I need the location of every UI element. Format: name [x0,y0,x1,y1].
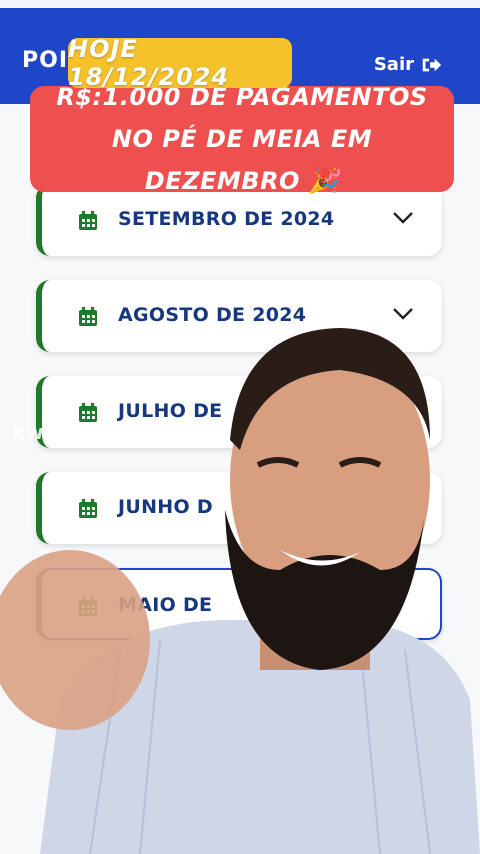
date-caption: HOJE 18/12/2024 [68,35,292,91]
date-text: HOJE 18/12/2024 [68,35,230,91]
presenter-video-overlay [0,328,480,854]
headline-text: R$:1.000 DE PAGAMENTOS NO PÉ DE MEIA EM … [56,83,428,195]
watermark: kwai [12,420,65,444]
logout-icon [422,58,442,71]
logout-label: Sair [373,54,414,75]
app-brand: POI [22,48,69,73]
logout-button[interactable]: Sair [374,54,442,75]
chevron-down-icon[interactable] [392,210,414,226]
headline-caption: R$:1.000 DE PAGAMENTOS NO PÉ DE MEIA EM … [30,83,454,195]
calendar-icon [79,211,97,230]
video-frame: POI Sair SETEMBRO DE 2024 AGOSTO DE 2024… [0,0,480,854]
month-label: SETEMBRO DE 2024 [118,208,335,230]
